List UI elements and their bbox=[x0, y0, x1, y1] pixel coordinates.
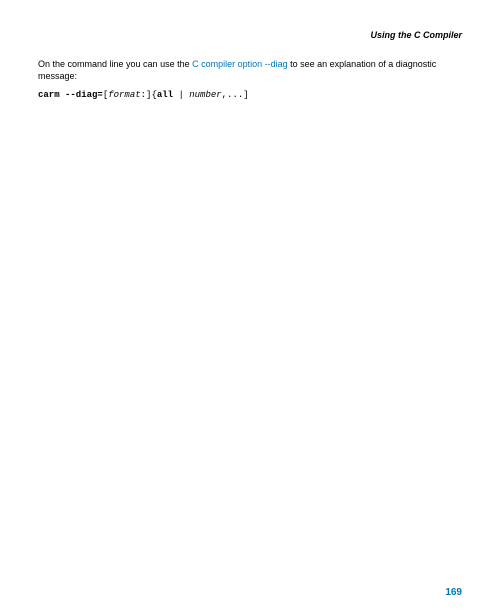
c-compiler-option-link[interactable]: C compiler option --diag bbox=[192, 59, 288, 69]
code-all: all bbox=[157, 90, 173, 100]
page-header-title: Using the C Compiler bbox=[38, 30, 462, 40]
code-tail: ,...] bbox=[222, 90, 249, 100]
code-cmd: carm --diag= bbox=[38, 90, 103, 100]
code-format: format bbox=[108, 90, 140, 100]
document-page: Using the C Compiler On the command line… bbox=[0, 0, 500, 616]
code-pipe: | bbox=[173, 90, 189, 100]
para-text-a: On the command line you can use the bbox=[38, 59, 192, 69]
code-number: number bbox=[189, 90, 221, 100]
page-number: 169 bbox=[445, 587, 462, 598]
code-example: carm --diag=[format:]{all | number,...] bbox=[38, 90, 462, 100]
body-paragraph: On the command line you can use the C co… bbox=[38, 58, 462, 82]
